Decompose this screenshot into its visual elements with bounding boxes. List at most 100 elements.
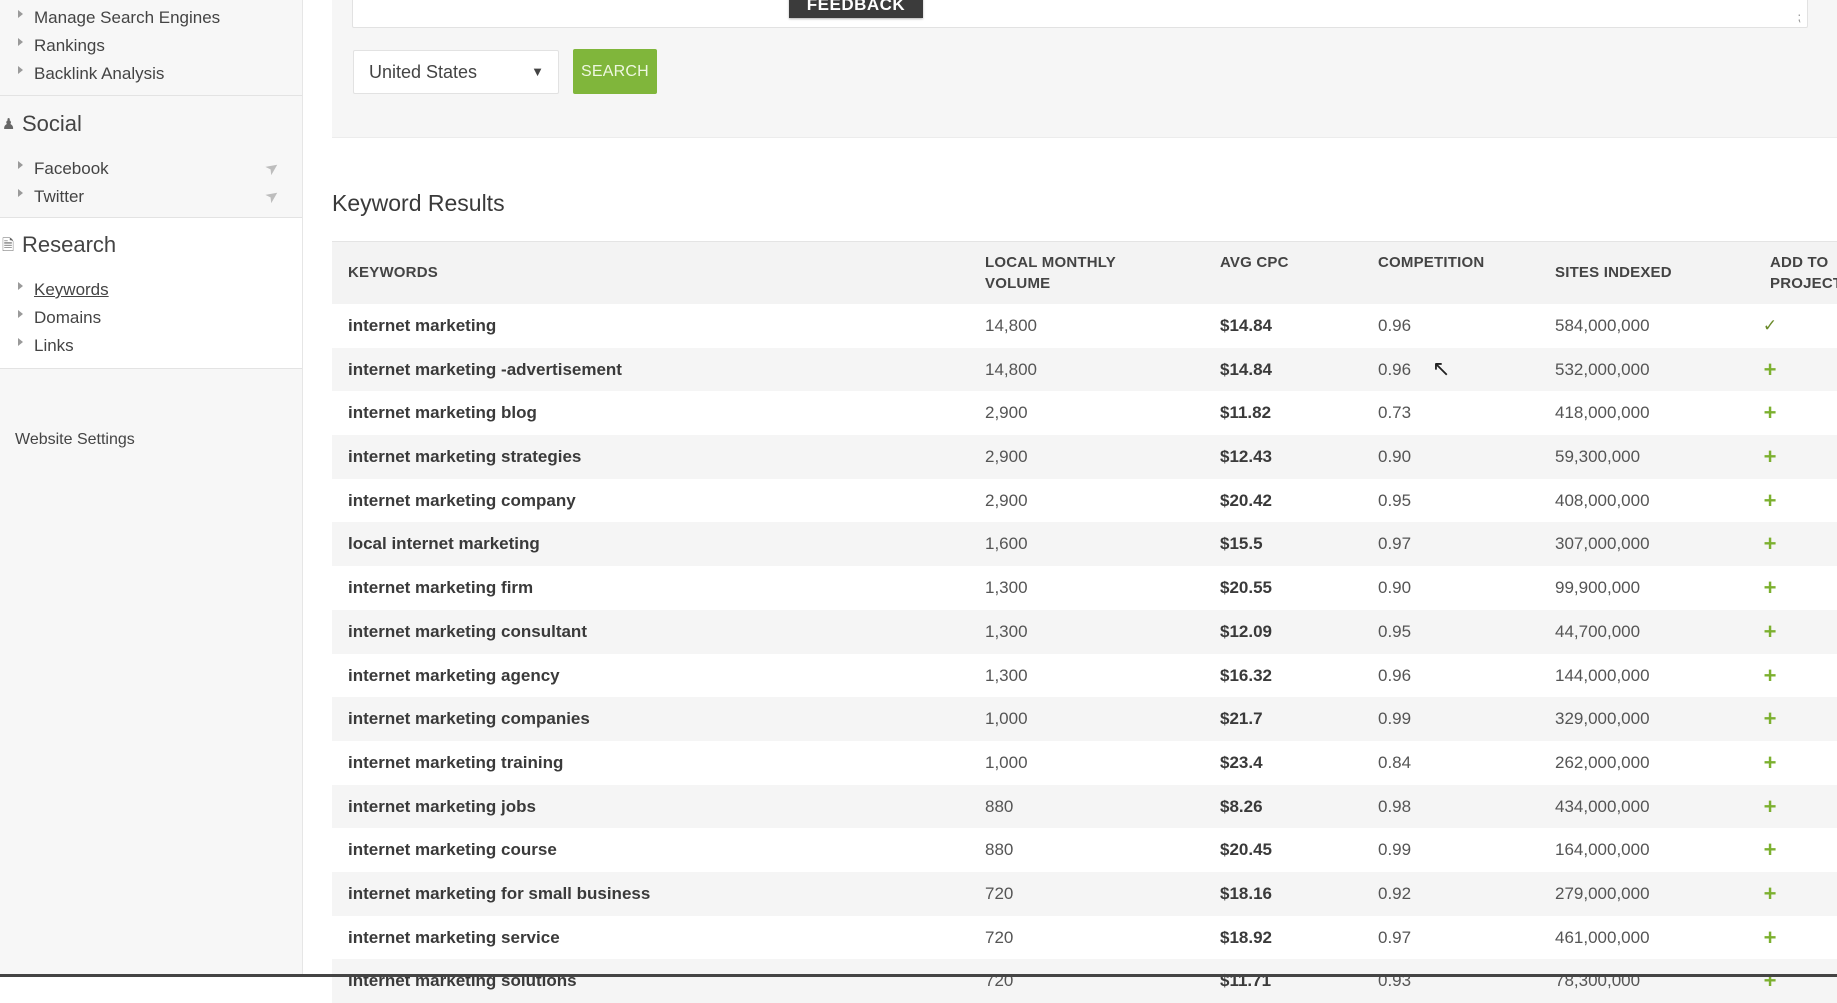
add-to-project-plus-icon[interactable]: + (1758, 741, 1782, 785)
volume-cell: 880 (985, 796, 1014, 816)
sidebar-item-domains[interactable]: Domains (18, 305, 101, 331)
sites-indexed-cell: 307,000,000 (1555, 534, 1650, 554)
add-to-project-plus-icon[interactable]: + (1758, 391, 1782, 435)
volume-cell: 720 (985, 971, 1014, 991)
sites-indexed-cell: 434,000,000 (1555, 796, 1650, 816)
competition-cell: 0.99 (1378, 709, 1412, 729)
keyword-cell: internet marketing company (348, 490, 576, 510)
added-check-icon[interactable]: ✓ (1758, 304, 1782, 348)
caret-right-icon (18, 310, 23, 318)
sidebar-item-links[interactable]: Links (18, 333, 74, 359)
add-to-project-plus-icon[interactable]: + (1758, 522, 1782, 566)
cpc-cell: $14.84 (1220, 359, 1272, 379)
sites-indexed-cell: 44,700,000 (1555, 621, 1641, 641)
sidebar-item-facebook[interactable]: Facebook (18, 156, 109, 182)
sidebar-item-twitter[interactable]: Twitter (18, 184, 84, 210)
cpc-cell: $21.7 (1220, 709, 1263, 729)
sites-indexed-cell: 418,000,000 (1555, 403, 1650, 423)
add-to-project-plus-icon[interactable]: + (1758, 697, 1782, 741)
sidebar-item-rankings[interactable]: Rankings (18, 33, 105, 59)
add-to-project-plus-icon[interactable]: + (1758, 785, 1782, 829)
keyword-cell: internet marketing -advertisement (348, 359, 622, 379)
keyword-results-table: KEYWORDS LOCAL MONTHLY VOLUME AVG CPC CO… (332, 241, 1837, 1003)
competition-cell: 0.92 (1378, 883, 1412, 903)
add-to-project-plus-icon[interactable]: + (1758, 435, 1782, 479)
table-row: internet marketing for small business 720… (332, 871, 1837, 916)
keyword-cell: internet marketing firm (348, 578, 534, 598)
cpc-cell: $14.84 (1220, 316, 1272, 335)
volume-cell: 1,300 (985, 621, 1028, 641)
keyword-cell: internet marketing for small business (348, 883, 651, 903)
volume-cell: 1,000 (985, 752, 1028, 772)
volume-cell: 14,800 (985, 359, 1037, 379)
add-to-project-plus-icon[interactable]: + (1758, 872, 1782, 916)
competition-cell: 0.97 (1378, 534, 1412, 554)
add-to-project-plus-icon[interactable]: + (1758, 566, 1782, 610)
table-body: internet marketing 14,800 $14.84 0.96 584,00… (332, 304, 1837, 1003)
search-button[interactable]: SEARCH (573, 49, 657, 94)
cpc-cell: $12.09 (1220, 621, 1272, 641)
competition-cell: 0.97 (1378, 927, 1412, 947)
table-row: internet marketing strategies 2,900 $12.43… (332, 435, 1837, 479)
country-select[interactable]: United States ▼ (353, 50, 559, 94)
volume-cell: 2,900 (985, 403, 1028, 423)
add-to-project-plus-icon[interactable]: + (1758, 654, 1782, 698)
competition-cell: 0.96 (1378, 359, 1412, 379)
add-to-project-plus-icon[interactable]: + (1758, 828, 1782, 872)
volume-cell: 14,800 (985, 316, 1037, 335)
cpc-cell: $8.26 (1220, 796, 1263, 816)
column-header-competition[interactable]: COMPETITION (1378, 252, 1484, 273)
competition-cell: 0.90 (1378, 447, 1412, 467)
column-header-sites-indexed[interactable]: SITES INDEXED (1555, 262, 1672, 283)
keywords-textarea[interactable]: ⁏ (352, 0, 1808, 28)
pin-icon[interactable]: ➤ (258, 154, 289, 185)
sites-indexed-cell: 279,000,000 (1555, 883, 1650, 903)
mouse-cursor-icon: ↖ (1432, 356, 1451, 381)
add-to-project-plus-icon[interactable]: + (1758, 959, 1782, 1003)
sidebar-item-keywords[interactable]: Keywords (18, 277, 109, 303)
table-row: internet marketing company 2,900 $20.42 0.9… (332, 479, 1837, 523)
sites-indexed-cell: 532,000,000 (1555, 359, 1650, 379)
table-row: internet marketing course 880 $20.45 0.99 16… (332, 828, 1837, 872)
sidebar: Manage Search Engines Rankings Backlink … (0, 0, 303, 977)
pin-icon[interactable]: ➤ (258, 182, 289, 213)
sidebar-item-manage-search-engines[interactable]: Manage Search Engines (18, 5, 220, 31)
column-header-cpc[interactable]: AVG CPC (1220, 252, 1289, 273)
volume-cell: 720 (985, 883, 1014, 903)
column-header-keywords[interactable]: KEYWORDS (348, 262, 438, 283)
add-to-project-plus-icon[interactable]: + (1758, 610, 1782, 654)
caret-right-icon (18, 66, 23, 74)
table-row: internet marketing blog 2,900 $11.82 0.73 41… (332, 391, 1837, 435)
cpc-cell: $11.71 (1220, 971, 1272, 991)
sites-indexed-cell: 144,000,000 (1555, 665, 1650, 685)
people-icon: ♟ (2, 116, 16, 133)
cpc-cell: $23.4 (1220, 752, 1263, 772)
caret-right-icon (18, 338, 23, 346)
sites-indexed-cell: 59,300,000 (1555, 447, 1641, 467)
table-row: internet marketing jobs 880 $8.26 0.98 434,0… (332, 784, 1837, 829)
sidebar-item-backlink-analysis[interactable]: Backlink Analysis (18, 61, 164, 87)
resize-handle-icon[interactable]: ⁏ (1797, 10, 1801, 24)
add-to-project-plus-icon[interactable]: + (1758, 479, 1782, 523)
add-to-project-plus-icon[interactable]: + (1758, 348, 1782, 392)
competition-cell: 0.99 (1378, 840, 1412, 860)
cpc-cell: $20.45 (1220, 840, 1272, 860)
competition-cell: 0.95 (1378, 490, 1412, 510)
table-row: internet marketing -advertisement 14,800 $… (332, 347, 1837, 392)
keyword-cell: internet marketing agency (348, 665, 560, 685)
competition-cell: 0.96 (1378, 316, 1412, 335)
column-header-volume[interactable]: LOCAL MONTHLY VOLUME (985, 252, 1116, 294)
table-header: KEYWORDS LOCAL MONTHLY VOLUME AVG CPC CO… (332, 242, 1837, 304)
volume-cell: 1,300 (985, 578, 1028, 598)
add-to-project-plus-icon[interactable]: + (1758, 916, 1782, 960)
volume-cell: 1,000 (985, 709, 1028, 729)
volume-cell: 2,900 (985, 490, 1028, 510)
cpc-cell: $11.82 (1220, 403, 1272, 423)
competition-cell: 0.96 (1378, 665, 1412, 685)
competition-cell: 0.95 (1378, 621, 1412, 641)
keyword-cell: internet marketing blog (348, 403, 537, 423)
table-row: internet marketing solutions 720 $11.71 0.9… (332, 959, 1837, 1003)
keyword-cell: internet marketing solutions (348, 971, 577, 991)
feedback-button[interactable]: FEEDBACK (789, 0, 923, 18)
website-settings-link[interactable]: Website Settings (15, 431, 135, 449)
